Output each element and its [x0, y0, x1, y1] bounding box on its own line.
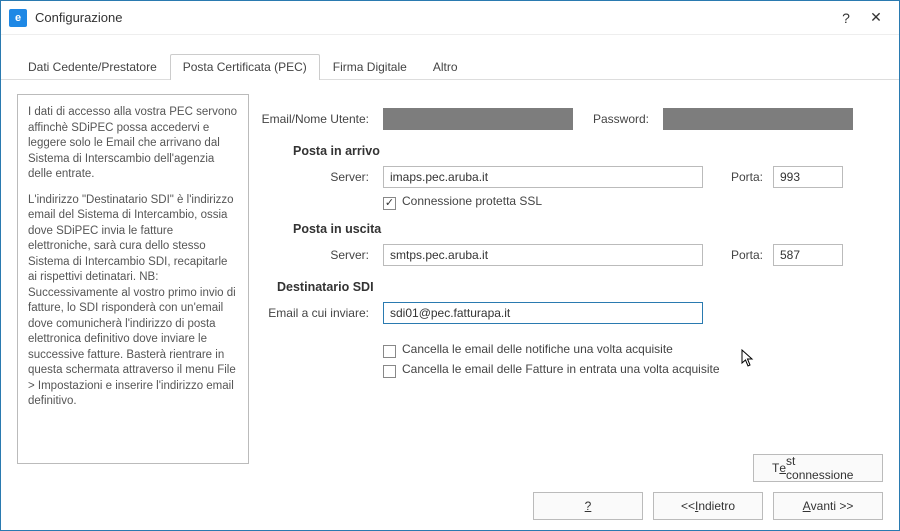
outgoing-port-input[interactable]: [773, 244, 843, 266]
tabs: Dati Cedente/Prestatore Posta Certificat…: [1, 35, 899, 80]
window-title: Configurazione: [35, 10, 122, 25]
bottom-buttons: ? << Indietro Avanti >>: [533, 492, 883, 520]
forward-button[interactable]: Avanti >>: [773, 492, 883, 520]
back-button[interactable]: << Indietro: [653, 492, 763, 520]
outgoing-section-title: Posta in uscita: [293, 222, 883, 236]
info-paragraph-1: I dati di accesso alla vostra PEC servon…: [28, 105, 238, 183]
outgoing-port-label: Porta:: [703, 248, 773, 262]
incoming-server-label: Server:: [261, 170, 383, 184]
ssl-checkbox[interactable]: [383, 197, 396, 210]
close-button[interactable]: ✕: [861, 8, 891, 28]
dest-section-title: Destinatario SDI: [277, 280, 883, 294]
delete-invoices-checkbox[interactable]: [383, 365, 396, 378]
help-button[interactable]: ?: [533, 492, 643, 520]
outgoing-server-input[interactable]: [383, 244, 703, 266]
tab-firma-digitale[interactable]: Firma Digitale: [320, 54, 420, 80]
tab-posta-certificata[interactable]: Posta Certificata (PEC): [170, 54, 320, 80]
test-connection-button[interactable]: Test connessione: [753, 454, 883, 482]
password-input[interactable]: [663, 108, 853, 130]
titlebar: e Configurazione ? ✕: [1, 1, 899, 35]
dest-email-label: Email a cui inviare:: [261, 306, 383, 320]
outgoing-server-label: Server:: [261, 248, 383, 262]
app-icon: e: [9, 9, 27, 27]
incoming-port-label: Porta:: [703, 170, 773, 184]
delete-invoices-label: Cancella le email delle Fatture in entra…: [402, 362, 720, 376]
incoming-server-input[interactable]: [383, 166, 703, 188]
incoming-port-input[interactable]: [773, 166, 843, 188]
info-paragraph-2: L'indirizzo "Destinatario SDI" è l'indir…: [28, 193, 238, 410]
form-area: Email/Nome Utente: Password: Posta in ar…: [261, 94, 883, 464]
password-label: Password:: [573, 112, 663, 126]
email-user-label: Email/Nome Utente:: [261, 112, 383, 126]
delete-notifications-checkbox[interactable]: [383, 345, 396, 358]
incoming-section-title: Posta in arrivo: [293, 144, 883, 158]
help-titlebar-button[interactable]: ?: [831, 8, 861, 28]
delete-notifications-label: Cancella le email delle notifiche una vo…: [402, 342, 673, 356]
email-user-input[interactable]: [383, 108, 573, 130]
ssl-label: Connessione protetta SSL: [402, 194, 542, 208]
dest-email-input[interactable]: [383, 302, 703, 324]
info-panel: I dati di accesso alla vostra PEC servon…: [17, 94, 249, 464]
tab-altro[interactable]: Altro: [420, 54, 471, 80]
tab-dati-cedente[interactable]: Dati Cedente/Prestatore: [15, 54, 170, 80]
